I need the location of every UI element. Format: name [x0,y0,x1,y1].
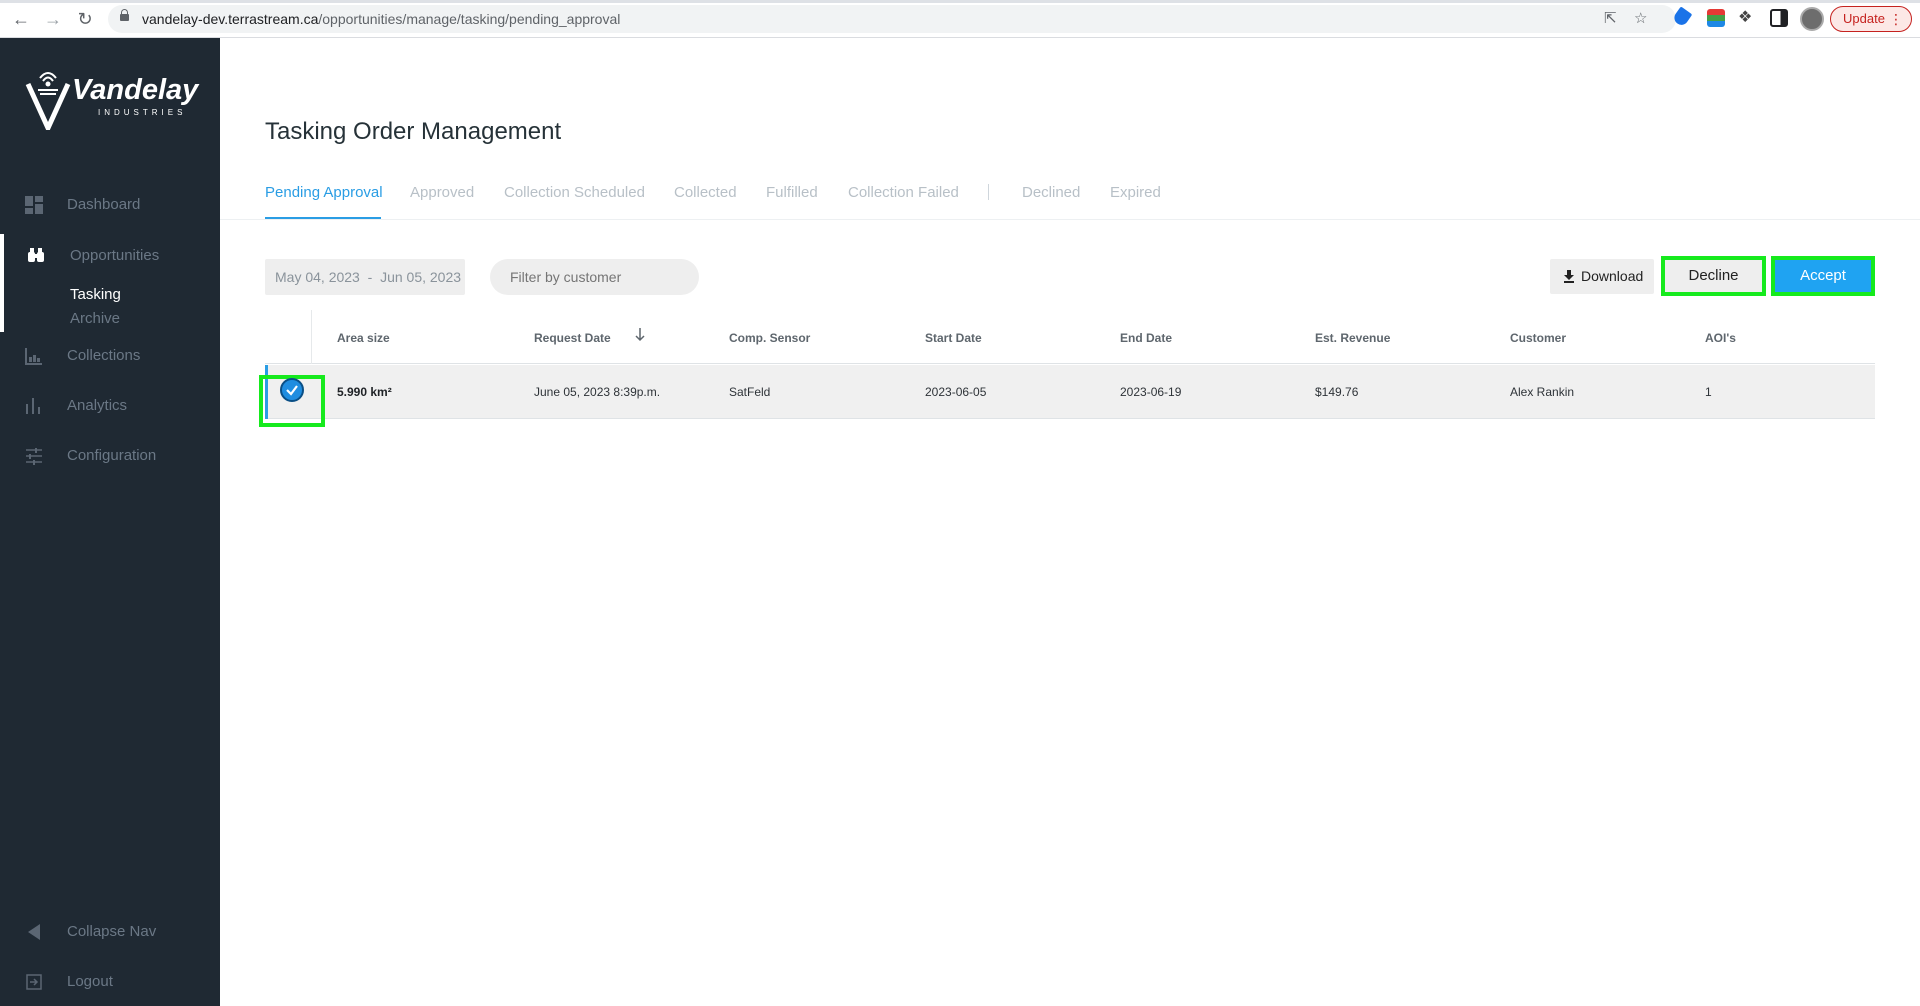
tab-divider [988,184,989,200]
profile-avatar[interactable] [1800,7,1824,31]
accept-button[interactable]: Accept [1771,256,1875,296]
dashboard-icon [25,196,43,214]
extension-icon-striped[interactable] [1707,9,1725,27]
brand-subtitle: INDUSTRIES [98,108,187,117]
url-text: vandelay-dev.terrastream.ca/opportunitie… [142,11,620,27]
table-header: Area size Request Date Comp. Sensor Star… [265,310,1875,364]
sidebar-item-collections[interactable]: Collections [0,338,220,372]
side-panel-icon[interactable] [1770,9,1788,27]
tab-collected[interactable]: Collected [674,184,737,201]
sidebar: Vandelay INDUSTRIES Dashboard Opportunit… [0,38,220,1006]
download-label: Download [1581,268,1644,284]
sidebar-item-label: Configuration [67,447,157,464]
subnav-archive[interactable]: Archive [70,310,120,327]
download-icon [1564,270,1574,283]
decline-button[interactable]: Decline [1661,256,1766,296]
update-label: Update [1843,11,1885,26]
date-range-picker[interactable]: May 04, 2023 - Jun 05, 2023 [265,259,465,295]
column-header-start-date[interactable]: Start Date [925,331,982,345]
column-header-end-date[interactable]: End Date [1120,331,1172,345]
checkmark-icon [286,385,298,396]
sidebar-item-label: Dashboard [67,196,141,213]
date-separator: - [367,269,373,285]
cell-start-date: 2023-06-05 [925,385,987,399]
back-icon[interactable]: ← [10,8,32,30]
tab-collection-failed[interactable]: Collection Failed [848,184,959,201]
sidebar-item-dashboard[interactable]: Dashboard [0,187,220,221]
cell-request-date: June 05, 2023 8:39p.m. [534,385,661,399]
binoculars-icon [28,248,44,262]
cell-revenue: $149.76 [1315,385,1359,399]
share-icon[interactable]: ⇱ [1604,10,1617,28]
column-header-est-revenue[interactable]: Est. Revenue [1315,331,1390,345]
column-header-request-date[interactable]: Request Date [534,331,611,345]
sidebar-item-analytics[interactable]: Analytics [0,388,220,422]
brand-name: Vandelay [72,74,199,106]
logout-icon [26,974,42,990]
collapse-nav-button[interactable]: Collapse Nav [0,914,220,948]
more-menu-icon[interactable]: ⋮ [1889,7,1903,31]
select-column-header [265,310,312,364]
column-header-area-size[interactable]: Area size [337,331,390,345]
subnav-tasking[interactable]: Tasking [70,286,121,303]
tab-declined[interactable]: Declined [1022,184,1080,201]
sidebar-item-label: Analytics [67,397,128,414]
cell-aois: 1 [1705,385,1712,399]
sort-descending-icon[interactable] [635,328,645,342]
sliders-icon [26,448,42,465]
cell-sensor: SatFeld [729,385,771,399]
download-button[interactable]: Download [1550,259,1654,294]
sidebar-item-label: Opportunities [70,247,160,264]
brand-logo[interactable]: Vandelay INDUSTRIES [24,70,199,130]
url-host: vandelay-dev.terrastream.ca [142,11,319,27]
forward-icon[interactable]: → [42,8,64,30]
date-to: Jun 05, 2023 [380,269,462,285]
lock-icon [120,9,129,24]
tab-fulfilled[interactable]: Fulfilled [766,184,818,201]
browser-top-border [0,0,1920,3]
browser-update-button[interactable]: Update ⋮ [1830,6,1912,32]
logout-label: Logout [67,973,113,990]
puzzle-extensions-icon[interactable]: ❖ [1738,9,1756,27]
cell-end-date: 2023-06-19 [1120,385,1182,399]
collapse-nav-label: Collapse Nav [67,923,157,940]
cell-area-size: 5.990 km² [337,385,392,399]
row-select-checkbox[interactable] [280,378,304,402]
page-title: Tasking Order Management [265,118,562,145]
logo-tower-icon [25,72,71,130]
tab-expired[interactable]: Expired [1110,184,1161,201]
address-bar[interactable]: vandelay-dev.terrastream.ca/opportunitie… [108,5,1676,33]
sidebar-item-opportunities[interactable]: Opportunities [0,238,220,272]
tabs-border [220,219,1920,220]
url-path: /opportunities/manage/tasking/pending_ap… [318,11,621,27]
column-header-aois[interactable]: AOI's [1705,331,1736,345]
tab-collection-scheduled[interactable]: Collection Scheduled [504,184,645,201]
cell-customer: Alex Rankin [1510,385,1575,399]
bar-chart-icon [26,398,40,414]
browser-toolbar: ← → ↻ vandelay-dev.terrastream.ca/opport… [0,0,1920,38]
main-content: Tasking Order Management Pending Approva… [220,38,1920,1006]
collections-icon [25,348,42,365]
collapse-arrow-icon [28,924,40,940]
tab-pending-approval[interactable]: Pending Approval [265,184,383,201]
date-from: May 04, 2023 [275,269,360,285]
tab-approved[interactable]: Approved [410,184,474,201]
logout-button[interactable]: Logout [0,964,220,998]
column-header-customer[interactable]: Customer [1510,331,1566,345]
sidebar-item-label: Collections [67,347,141,364]
bookmark-star-icon[interactable]: ☆ [1634,10,1647,28]
reload-icon[interactable]: ↻ [74,8,96,30]
customer-filter-input[interactable] [490,259,699,295]
column-header-comp-sensor[interactable]: Comp. Sensor [729,331,810,345]
table-row[interactable]: 5.990 km² June 05, 2023 8:39p.m. SatFeld… [259,365,1875,427]
sidebar-item-configuration[interactable]: Configuration [0,438,220,472]
